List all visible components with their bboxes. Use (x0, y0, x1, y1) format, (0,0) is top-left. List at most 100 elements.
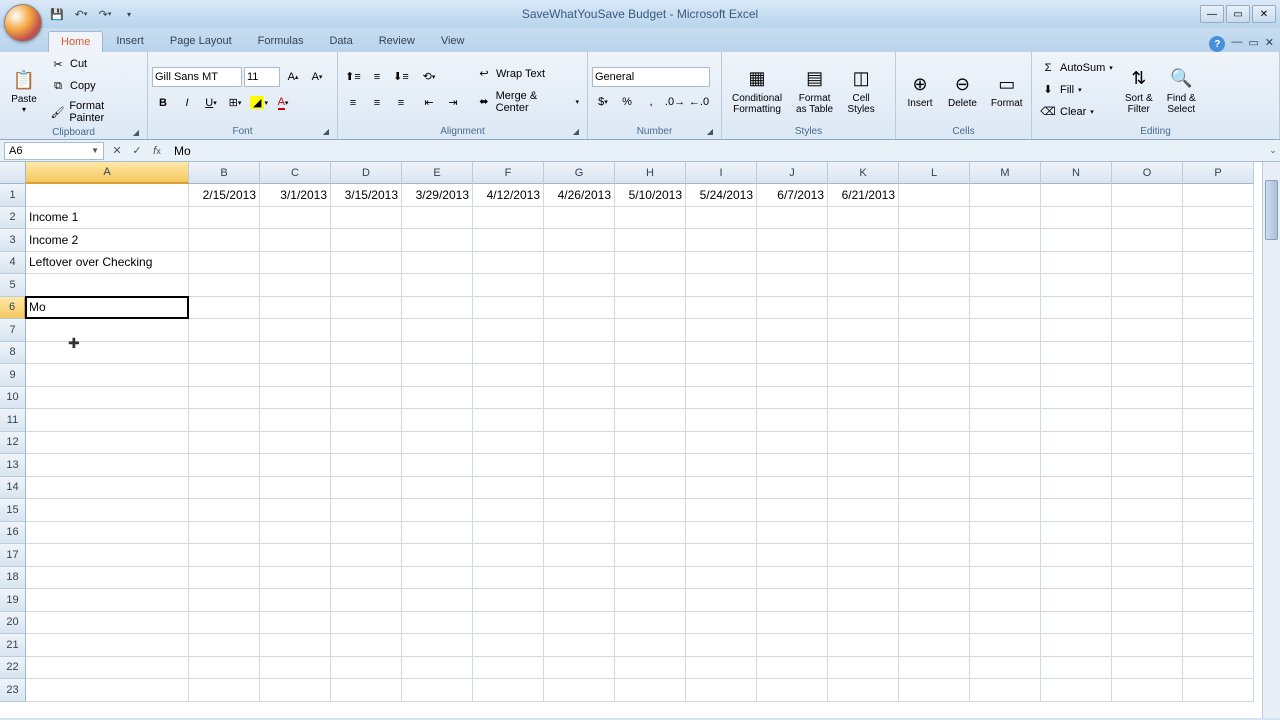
cell-A8[interactable] (26, 342, 189, 365)
cell-N21[interactable] (1041, 634, 1112, 657)
cell-E19[interactable] (402, 589, 473, 612)
cell-K21[interactable] (828, 634, 899, 657)
cell-C22[interactable] (260, 657, 331, 680)
cell-I17[interactable] (686, 544, 757, 567)
cell-K8[interactable] (828, 342, 899, 365)
cell-O20[interactable] (1112, 612, 1183, 635)
cell-M16[interactable] (970, 522, 1041, 545)
row-header-2[interactable]: 2 (0, 207, 26, 230)
cell-K10[interactable] (828, 387, 899, 410)
cell-A18[interactable] (26, 567, 189, 590)
save-icon[interactable]: 💾 (48, 5, 66, 23)
cell-A20[interactable] (26, 612, 189, 635)
cell-J4[interactable] (757, 252, 828, 275)
cell-C5[interactable] (260, 274, 331, 297)
cell-L10[interactable] (899, 387, 970, 410)
cell-O3[interactable] (1112, 229, 1183, 252)
increase-font-button[interactable]: A▴ (282, 66, 304, 88)
row-header-22[interactable]: 22 (0, 657, 26, 680)
align-middle-button[interactable]: ≡ (366, 66, 388, 88)
cell-B8[interactable] (189, 342, 260, 365)
sort-filter-button[interactable]: ⇅Sort & Filter (1119, 63, 1159, 117)
cell-E23[interactable] (402, 679, 473, 702)
cell-A16[interactable] (26, 522, 189, 545)
redo-icon[interactable]: ↷▾ (96, 5, 114, 23)
cell-O6[interactable] (1112, 297, 1183, 320)
cell-E4[interactable] (402, 252, 473, 275)
cell-G1[interactable]: 4/26/2013 (544, 184, 615, 207)
ribbon-minimize-button[interactable]: — (1231, 36, 1242, 52)
cell-N13[interactable] (1041, 454, 1112, 477)
cell-J13[interactable] (757, 454, 828, 477)
cell-A15[interactable] (26, 499, 189, 522)
bold-button[interactable]: B (152, 92, 174, 114)
cell-P22[interactable] (1183, 657, 1254, 680)
cell-styles-button[interactable]: ◫Cell Styles (841, 63, 881, 117)
cell-F22[interactable] (473, 657, 544, 680)
cell-O18[interactable] (1112, 567, 1183, 590)
cell-M22[interactable] (970, 657, 1041, 680)
column-header-f[interactable]: F (473, 162, 544, 184)
cell-N16[interactable] (1041, 522, 1112, 545)
column-header-g[interactable]: G (544, 162, 615, 184)
cell-C3[interactable] (260, 229, 331, 252)
cell-H5[interactable] (615, 274, 686, 297)
cell-J11[interactable] (757, 409, 828, 432)
tab-review[interactable]: Review (366, 30, 428, 52)
cell-N4[interactable] (1041, 252, 1112, 275)
column-header-a[interactable]: A (26, 162, 189, 184)
help-icon[interactable]: ? (1209, 36, 1225, 52)
column-header-k[interactable]: K (828, 162, 899, 184)
cell-O19[interactable] (1112, 589, 1183, 612)
cell-D19[interactable] (331, 589, 402, 612)
row-header-15[interactable]: 15 (0, 499, 26, 522)
cell-P2[interactable] (1183, 207, 1254, 230)
cell-I16[interactable] (686, 522, 757, 545)
cell-O15[interactable] (1112, 499, 1183, 522)
cell-I11[interactable] (686, 409, 757, 432)
ribbon-restore-button[interactable]: ▭ (1248, 36, 1258, 52)
cell-K6[interactable] (828, 297, 899, 320)
cell-G7[interactable] (544, 319, 615, 342)
row-header-8[interactable]: 8 (0, 342, 26, 365)
cell-B12[interactable] (189, 432, 260, 455)
italic-button[interactable]: I (176, 92, 198, 114)
cell-A12[interactable] (26, 432, 189, 455)
cell-M23[interactable] (970, 679, 1041, 702)
column-header-o[interactable]: O (1112, 162, 1183, 184)
cell-N9[interactable] (1041, 364, 1112, 387)
ribbon-close-button[interactable]: ✕ (1265, 36, 1274, 52)
cell-G18[interactable] (544, 567, 615, 590)
cell-N15[interactable] (1041, 499, 1112, 522)
cell-H17[interactable] (615, 544, 686, 567)
cell-J18[interactable] (757, 567, 828, 590)
cell-H13[interactable] (615, 454, 686, 477)
chevron-down-icon[interactable]: ▼ (91, 146, 99, 155)
row-header-9[interactable]: 9 (0, 364, 26, 387)
row-header-5[interactable]: 5 (0, 274, 26, 297)
tab-home[interactable]: Home (48, 31, 103, 52)
cell-O4[interactable] (1112, 252, 1183, 275)
cell-N18[interactable] (1041, 567, 1112, 590)
cell-A22[interactable] (26, 657, 189, 680)
cell-F1[interactable]: 4/12/2013 (473, 184, 544, 207)
cell-L13[interactable] (899, 454, 970, 477)
cell-D9[interactable] (331, 364, 402, 387)
row-header-4[interactable]: 4 (0, 252, 26, 275)
cell-E7[interactable] (402, 319, 473, 342)
cell-N22[interactable] (1041, 657, 1112, 680)
cell-G15[interactable] (544, 499, 615, 522)
cell-F20[interactable] (473, 612, 544, 635)
cell-P11[interactable] (1183, 409, 1254, 432)
cell-O17[interactable] (1112, 544, 1183, 567)
expand-formula-bar-icon[interactable]: ⌄ (1266, 145, 1280, 156)
cell-M13[interactable] (970, 454, 1041, 477)
cell-D4[interactable] (331, 252, 402, 275)
cell-E21[interactable] (402, 634, 473, 657)
column-header-d[interactable]: D (331, 162, 402, 184)
cell-N17[interactable] (1041, 544, 1112, 567)
cell-E3[interactable] (402, 229, 473, 252)
fill-color-button[interactable]: ◢▾ (248, 92, 270, 114)
cell-J9[interactable] (757, 364, 828, 387)
cell-D13[interactable] (331, 454, 402, 477)
